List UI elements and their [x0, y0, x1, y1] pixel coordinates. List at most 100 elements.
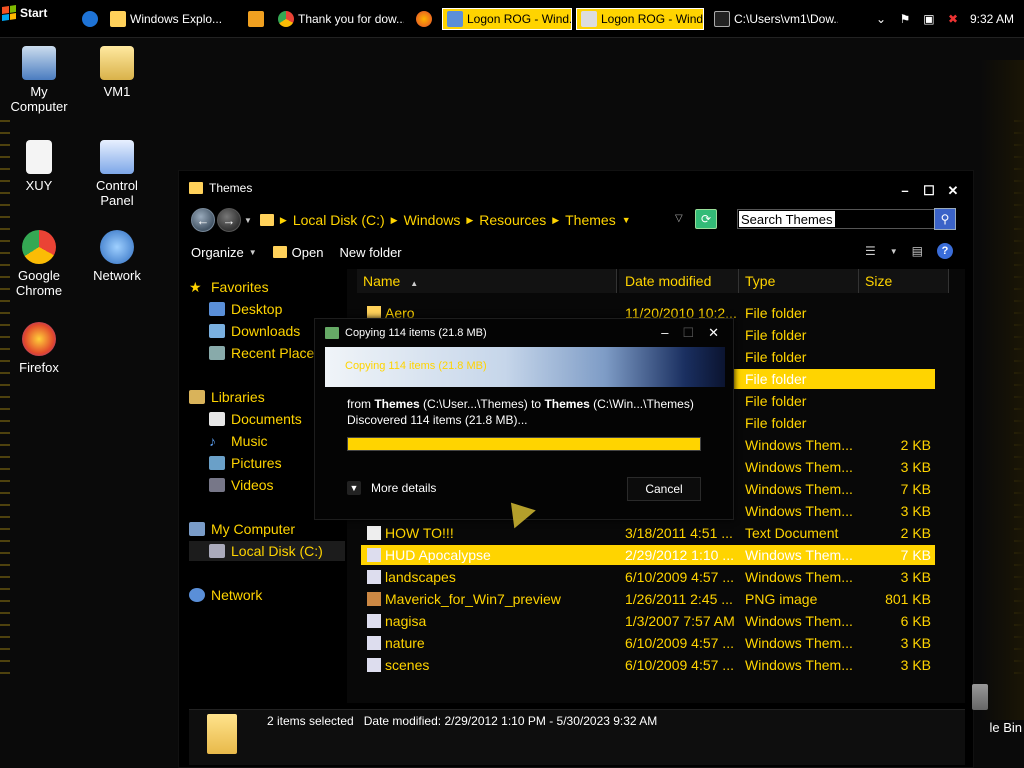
- nav-label: Network: [211, 587, 263, 603]
- tray-expand-icon[interactable]: ⌄: [874, 12, 888, 26]
- breadcrumb-local-disk[interactable]: Local Disk (C:): [293, 212, 385, 228]
- desktop-icon-vm1[interactable]: VM1: [80, 46, 154, 99]
- breadcrumb-windows[interactable]: Windows: [404, 212, 461, 228]
- theme-file-icon: [367, 658, 381, 672]
- taskbar-item-label: Thank you for dow...: [298, 12, 404, 26]
- destination-folder-link[interactable]: Themes: [544, 397, 589, 411]
- clock[interactable]: 9:32 AM: [970, 12, 1014, 26]
- breadcrumb-separator-icon[interactable]: ▶: [280, 215, 287, 226]
- nav-music[interactable]: ♪ Music: [209, 431, 268, 451]
- column-header-size[interactable]: Size: [859, 269, 949, 293]
- view-options-icon[interactable]: ☰: [865, 244, 876, 258]
- refresh-button[interactable]: ⟳: [695, 209, 717, 229]
- breadcrumb-separator-icon[interactable]: ▶: [552, 215, 559, 226]
- file-row[interactable]: HOW TO!!! 3/18/2011 4:51 ... Text Document…: [361, 523, 935, 543]
- cancel-button[interactable]: Cancel: [627, 477, 701, 501]
- volume-muted-icon[interactable]: ✖: [946, 12, 960, 26]
- file-row[interactable]: scenes 6/10/2009 4:57 ... Windows Them... 3…: [361, 655, 935, 675]
- open-button[interactable]: Open: [272, 244, 324, 260]
- nav-label: Libraries: [211, 389, 265, 405]
- chrome-icon: [22, 230, 56, 264]
- recent-pages-dropdown[interactable]: ▼: [244, 216, 252, 225]
- desktop-icon-my-computer[interactable]: My Computer: [2, 46, 76, 114]
- new-folder-button[interactable]: New folder: [339, 245, 401, 260]
- organize-button[interactable]: Organize ▼: [191, 245, 257, 260]
- column-header-type[interactable]: Type: [739, 269, 859, 293]
- open-label: Open: [291, 244, 324, 260]
- back-button[interactable]: ←: [191, 208, 215, 232]
- nav-local-disk[interactable]: Local Disk (C:): [189, 541, 345, 561]
- desktop-icon-label: My Computer: [10, 84, 68, 114]
- preview-pane-icon[interactable]: ▤: [912, 244, 923, 258]
- column-label: Date modified: [625, 273, 712, 289]
- start-button[interactable]: Start: [2, 2, 64, 24]
- help-icon[interactable]: ?: [937, 243, 953, 259]
- nav-downloads[interactable]: Downloads: [209, 321, 300, 341]
- nav-label: Documents: [231, 411, 302, 427]
- breadcrumb-resources[interactable]: Resources: [479, 212, 546, 228]
- taskbar-item-logon-rog-1[interactable]: Logon ROG - Wind...: [442, 8, 572, 30]
- search-input[interactable]: [739, 211, 835, 227]
- column-header-date[interactable]: Date modified: [619, 269, 739, 293]
- file-row[interactable]: Maverick_for_Win7_preview 1/26/2011 2:45 …: [361, 589, 935, 609]
- nav-desktop[interactable]: Desktop: [209, 299, 282, 319]
- desktop-icon-network[interactable]: Network: [80, 230, 154, 283]
- breadcrumb-dropdown-icon[interactable]: ▼: [622, 215, 631, 225]
- media-taskbar-button[interactable]: [244, 8, 266, 30]
- breadcrumb-separator-icon[interactable]: ▶: [391, 215, 398, 226]
- more-details-toggle[interactable]: ▼ More details: [347, 481, 436, 495]
- desktop-icon-recycle-bin[interactable]: le Bin: [966, 684, 1022, 735]
- nav-my-computer[interactable]: My Computer: [189, 519, 295, 539]
- nav-favorites[interactable]: ★ Favorites: [189, 277, 269, 297]
- column-label: Size: [865, 273, 893, 289]
- breadcrumb-separator-icon[interactable]: ▶: [466, 215, 473, 226]
- control-panel-icon: [100, 140, 134, 174]
- desktop-stripe-left: [0, 120, 10, 680]
- network-icon[interactable]: ▣: [922, 12, 936, 26]
- taskbar-item-logon-rog-2[interactable]: Logon ROG - Wind...: [576, 8, 704, 30]
- flag-icon[interactable]: ⚑: [898, 12, 912, 26]
- window-title: Themes: [189, 181, 252, 195]
- search-box[interactable]: ⚲: [737, 208, 956, 230]
- nav-documents[interactable]: Documents: [209, 409, 302, 429]
- file-size: 3 KB: [900, 635, 931, 651]
- user-folder-icon: [100, 46, 134, 80]
- file-date: 6/10/2009 4:57 ...: [625, 569, 734, 585]
- close-button[interactable]: ✕: [708, 325, 719, 341]
- file-row[interactable]: nagisa 1/3/2007 7:57 AM Windows Them... 6 K…: [361, 611, 935, 631]
- view-dropdown-icon[interactable]: ▼: [890, 247, 898, 256]
- breadcrumb-themes[interactable]: Themes: [565, 212, 616, 228]
- desktop-icon-control-panel[interactable]: Control Panel: [80, 140, 154, 208]
- nav-pictures[interactable]: Pictures: [209, 453, 282, 473]
- ie-taskbar-button[interactable]: [78, 8, 100, 30]
- minimize-button[interactable]: –: [661, 325, 668, 341]
- address-bar: ← → ▼ ▶ Local Disk (C:) ▶ Windows ▶ Reso…: [191, 207, 965, 233]
- nav-label: Pictures: [231, 455, 282, 471]
- file-row[interactable]: nature 6/10/2009 4:57 ... Windows Them... 3…: [361, 633, 935, 653]
- column-header-name[interactable]: Name ▲: [357, 269, 617, 293]
- minimize-button[interactable]: –: [899, 183, 911, 199]
- taskbar-item-cmd[interactable]: C:\Users\vm1\Dow...: [710, 8, 838, 30]
- close-button[interactable]: ✕: [947, 183, 959, 199]
- search-icon[interactable]: ⚲: [934, 208, 956, 230]
- chevron-down-icon: ▼: [347, 481, 361, 495]
- column-label: Name: [363, 273, 401, 289]
- nav-libraries[interactable]: Libraries: [189, 387, 265, 407]
- nav-videos[interactable]: Videos: [209, 475, 274, 495]
- theme-file-icon: [367, 548, 381, 562]
- taskbar-item-chrome[interactable]: Thank you for dow...: [274, 8, 404, 30]
- taskbar-item-explorer[interactable]: Windows Explo...: [106, 8, 234, 30]
- file-size: 7 KB: [900, 547, 931, 563]
- source-folder-link[interactable]: Themes: [374, 397, 419, 411]
- maximize-button[interactable]: ☐: [923, 183, 935, 199]
- desktop-icon-firefox[interactable]: Firefox: [2, 322, 76, 375]
- file-row[interactable]: HUD Apocalypse 2/29/2012 1:10 ... Windows …: [361, 545, 935, 565]
- firefox-taskbar-button[interactable]: [412, 8, 436, 30]
- column-label: Type: [745, 273, 776, 289]
- forward-button[interactable]: →: [217, 208, 241, 232]
- nav-network[interactable]: Network: [189, 585, 262, 605]
- desktop-icon-google-chrome[interactable]: Google Chrome: [2, 230, 76, 298]
- file-row[interactable]: landscapes 6/10/2009 4:57 ... Windows Them…: [361, 567, 935, 587]
- desktop-icon-xuy[interactable]: XUY: [2, 140, 76, 193]
- address-dropdown-icon[interactable]: ▽: [675, 213, 683, 224]
